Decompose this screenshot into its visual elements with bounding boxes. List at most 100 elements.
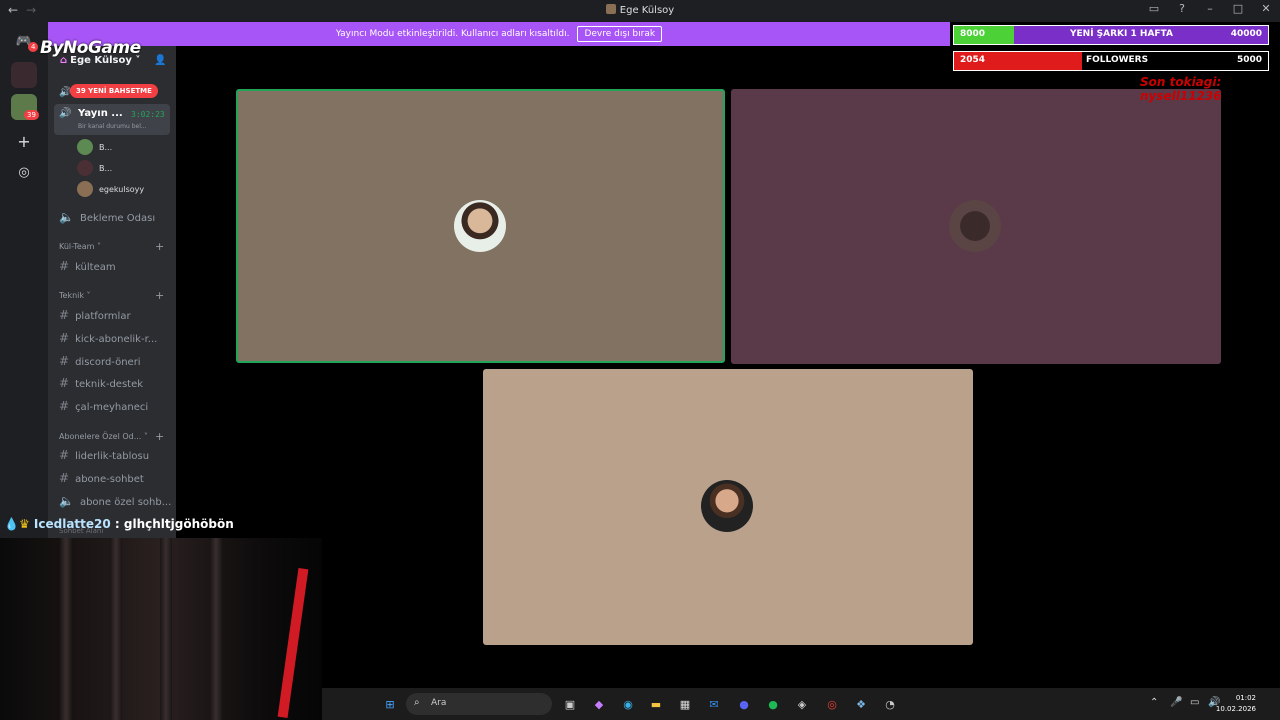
- avatar: [77, 139, 93, 155]
- add-server-icon[interactable]: +: [11, 128, 37, 154]
- edge-icon[interactable]: ◉: [620, 696, 636, 712]
- channel-name: kick-abonelik-r...: [75, 334, 158, 345]
- active-voice-channel[interactable]: 🔊 Yayın ... 3:02:23 Bir kanal durumu bel…: [54, 104, 170, 135]
- channel-name: liderlik-tablosu: [75, 451, 150, 462]
- speaker-icon: 🔈: [59, 210, 74, 224]
- chrome-icon[interactable]: ◎: [824, 696, 840, 712]
- video-tile-speaking[interactable]: [236, 89, 725, 363]
- curtain-fold: [160, 538, 172, 720]
- taskbar: ⊞ ⌕ Ara ▣ ◆ ◉ ▬ ▦ ✉ ● ● ◈ ◎ ❖ ◔ ⌃ 🎤 ▭ 🔊 …: [322, 688, 1280, 720]
- hash-icon: #: [59, 354, 70, 368]
- chat-message: 💧♛ Icedlatte20 : glhçhltjgöhöbön: [4, 517, 234, 531]
- tray-chevron-icon[interactable]: ⌃: [1150, 697, 1158, 708]
- channel-name: platformlar: [75, 311, 131, 322]
- speaker-icon: 🔈: [59, 494, 74, 508]
- mail-icon[interactable]: ✉: [706, 696, 722, 712]
- voice-channel-name: Yayın ...: [78, 108, 123, 119]
- curtain-fold: [60, 538, 72, 720]
- add-channel-icon[interactable]: +: [155, 240, 164, 253]
- discover-icon[interactable]: ◎: [11, 159, 37, 185]
- store-icon[interactable]: ▦: [677, 696, 693, 712]
- task-view-icon[interactable]: ▣: [562, 696, 578, 712]
- search-label: Ara: [431, 698, 447, 708]
- voice-channel[interactable]: 🔈 abone özel sohb...: [59, 494, 171, 508]
- add-channel-icon[interactable]: +: [155, 289, 164, 302]
- hash-icon: #: [59, 399, 70, 413]
- video-tile[interactable]: [483, 369, 973, 645]
- window-controls: ▭ ? – □ ✕: [1140, 2, 1280, 15]
- voice-user-name: B...: [99, 142, 113, 152]
- hash-icon: #: [59, 331, 70, 345]
- help-icon[interactable]: ?: [1168, 2, 1196, 15]
- close-button[interactable]: ✕: [1252, 2, 1280, 15]
- server-icon-1[interactable]: [11, 62, 37, 88]
- microphone-icon[interactable]: 🎤: [1170, 697, 1182, 708]
- copilot-icon[interactable]: ◆: [591, 696, 607, 712]
- video-tile[interactable]: [731, 89, 1221, 364]
- minimize-button[interactable]: –: [1196, 2, 1224, 15]
- home-badge: 4: [28, 42, 39, 52]
- text-channel[interactable]: # çal-meyhaneci: [59, 399, 148, 413]
- hash-icon: #: [59, 471, 70, 485]
- taskbar-search[interactable]: ⌕ Ara: [406, 693, 552, 715]
- text-channel[interactable]: # liderlik-tablosu: [59, 448, 149, 462]
- voice-user-name: B...: [99, 163, 113, 173]
- hash-icon: #: [59, 308, 70, 322]
- channel-name: discord-öneri: [75, 357, 141, 368]
- voice-channel-waiting[interactable]: 🔈 Bekleme Odası: [59, 210, 155, 224]
- song-goal-bar: 8000 YENİ ŞARKI 1 HAFTA 40000: [953, 25, 1269, 45]
- curtain-fold: [110, 538, 122, 720]
- window-title-text: Ege Külsoy: [619, 5, 675, 16]
- streamer-mode-banner: Yayıncı Modu etkinleştirildi. Kullanıcı …: [48, 22, 950, 46]
- text-channel[interactable]: # teknik-destek: [59, 376, 143, 390]
- add-channel-icon[interactable]: +: [155, 430, 164, 443]
- voice-user[interactable]: B...: [77, 139, 112, 155]
- voice-user[interactable]: egekulsoyy: [77, 181, 144, 197]
- text-channel[interactable]: # abone-sohbet: [59, 471, 144, 485]
- clock[interactable]: 01:02 10.02.2026: [1192, 693, 1256, 715]
- steam-icon[interactable]: ◈: [794, 696, 810, 712]
- channel-name: Bekleme Odası: [79, 213, 156, 224]
- category-name: Kül-Team: [59, 242, 95, 251]
- obs-icon[interactable]: ◔: [882, 696, 898, 712]
- start-icon[interactable]: ⊞: [382, 696, 398, 712]
- hash-icon: #: [59, 376, 70, 390]
- voice-timer: 3:02:23: [131, 110, 165, 119]
- app-icon[interactable]: ❖: [853, 696, 869, 712]
- maximize-button[interactable]: □: [1224, 2, 1252, 15]
- hash-icon: #: [59, 259, 70, 273]
- clock-date: 10.02.2026: [1215, 705, 1256, 713]
- avatar: [454, 200, 506, 252]
- text-channel[interactable]: # kick-abonelik-r...: [59, 331, 157, 345]
- file-explorer-icon[interactable]: ▬: [648, 696, 664, 712]
- spotify-icon[interactable]: ●: [765, 696, 781, 712]
- channel-status[interactable]: Bir kanal durumu bel...: [78, 123, 147, 130]
- disable-streamer-mode-button[interactable]: Devre dışı bırak: [577, 26, 663, 42]
- avatar: [701, 480, 753, 532]
- text-channel[interactable]: # külteam: [59, 259, 116, 273]
- followers-goal-bar: 2054 FOLLOWERS 5000: [953, 51, 1269, 71]
- server-name: Ege Külsoy: [70, 55, 132, 66]
- avatar: [949, 200, 1001, 252]
- avatar: [77, 181, 93, 197]
- goal-current: 8000: [960, 29, 986, 39]
- text-channel[interactable]: # discord-öneri: [59, 354, 141, 368]
- new-mentions-pill[interactable]: 39 YENİ BAHSETME: [70, 84, 158, 98]
- category-kul-team[interactable]: Kül-Team ˅: [59, 242, 101, 251]
- banner-text: Yayıncı Modu etkinleştirildi. Kullanıcı …: [335, 29, 570, 39]
- inbox-icon[interactable]: ▭: [1140, 2, 1168, 15]
- voice-user[interactable]: B...: [77, 160, 112, 176]
- server-name-header[interactable]: ⌂ Ege Külsoy ˅: [60, 55, 140, 66]
- window-title: Ege Külsoy: [0, 4, 1280, 16]
- title-bar: ← → Ege Külsoy ▭ ? – □ ✕: [0, 0, 1280, 22]
- text-channel[interactable]: # platformlar: [59, 308, 131, 322]
- category-abonelere-ozel[interactable]: Abonelere Özel Od... ˅: [59, 432, 148, 441]
- clock-time: 01:02: [1235, 694, 1256, 702]
- chat-text: : glhçhltjgöhöbön: [114, 517, 234, 531]
- invite-people-icon[interactable]: 👤: [154, 55, 166, 66]
- voice-user-name: egekulsoyy: [99, 184, 145, 194]
- category-teknik[interactable]: Teknik ˅: [59, 291, 91, 300]
- followers-target: 5000: [1236, 55, 1262, 65]
- discord-icon[interactable]: ●: [736, 696, 752, 712]
- chat-username: Icedlatte20: [33, 517, 111, 531]
